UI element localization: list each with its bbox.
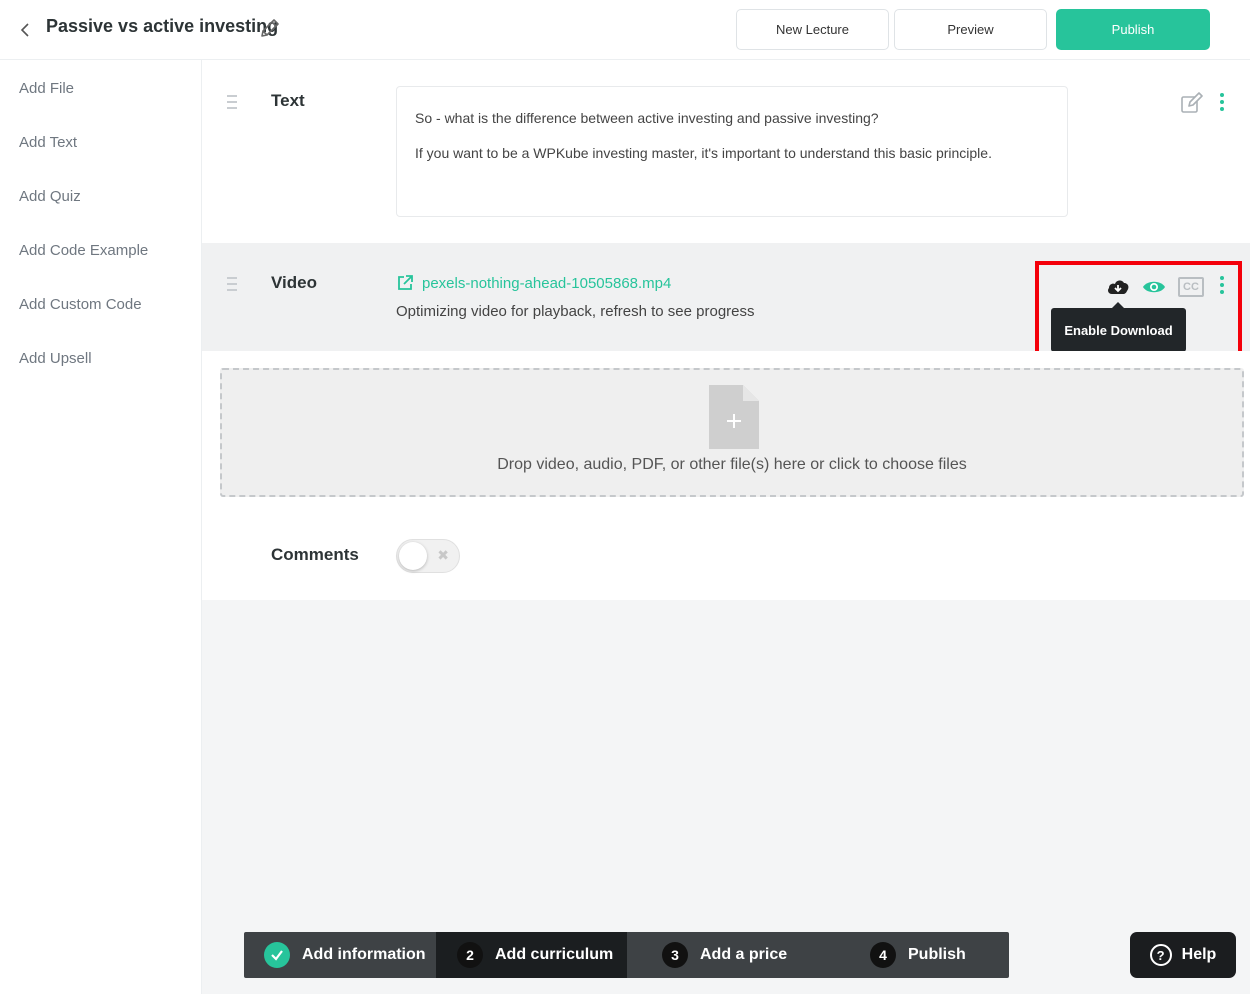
step-add-information[interactable]: Add information — [244, 932, 436, 978]
step-number: 3 — [662, 942, 688, 968]
enable-download-tooltip: Enable Download — [1051, 302, 1186, 352]
step-label: Publish — [908, 946, 966, 963]
step-label: Add curriculum — [495, 946, 614, 963]
step-label: Add information — [302, 946, 426, 963]
drag-handle-icon[interactable] — [227, 277, 237, 291]
text-block-label: Text — [271, 91, 305, 110]
more-options-icon[interactable] — [1219, 93, 1225, 111]
comments-label: Comments — [271, 545, 359, 564]
step-publish[interactable]: 4 Publish — [832, 932, 1009, 978]
sidebar-item-add-text[interactable]: Add Text — [19, 134, 77, 151]
preview-button[interactable]: Preview — [894, 9, 1047, 50]
drag-handle-icon[interactable] — [227, 95, 237, 109]
checkmark-icon — [264, 942, 290, 968]
external-link-icon — [398, 275, 413, 290]
toggle-knob — [399, 542, 427, 570]
sidebar-item-add-quiz[interactable]: Add Quiz — [19, 188, 81, 205]
sidebar-item-add-custom-code[interactable]: Add Custom Code — [19, 296, 142, 313]
sidebar-item-add-upsell[interactable]: Add Upsell — [19, 350, 92, 367]
lecture-editor: Text So - what is the difference between… — [202, 60, 1250, 994]
video-file-name: pexels-nothing-ahead-10505868.mp4 — [422, 274, 672, 292]
step-number: 4 — [870, 942, 896, 968]
eye-icon[interactable] — [1142, 279, 1166, 295]
cloud-download-icon[interactable] — [1106, 277, 1130, 297]
publish-button[interactable]: Publish — [1056, 9, 1210, 50]
upload-block: Drop video, audio, PDF, or other file(s)… — [202, 351, 1250, 515]
toggle-off-icon: ✖ — [437, 547, 449, 563]
file-dropzone[interactable]: Drop video, audio, PDF, or other file(s)… — [220, 368, 1244, 497]
text-paragraph: If you want to be a WPKube investing mas… — [415, 145, 992, 161]
video-file-link[interactable]: pexels-nothing-ahead-10505868.mp4 — [396, 274, 671, 292]
step-label: Add a price — [700, 946, 788, 963]
progress-steps: Add information 2 Add curriculum 3 Add a… — [244, 932, 1009, 978]
edit-icon[interactable] — [1180, 92, 1204, 114]
lecture-title: Passive vs active investing — [46, 16, 279, 36]
video-block-label: Video — [271, 273, 317, 292]
new-lecture-button[interactable]: New Lecture — [736, 9, 889, 50]
sidebar: Add File Add Text Add Quiz Add Code Exam… — [0, 60, 202, 994]
step-number: 2 — [457, 942, 483, 968]
text-content[interactable]: So - what is the difference between acti… — [396, 86, 1068, 217]
add-file-icon — [709, 385, 759, 449]
comments-toggle[interactable]: ✖ — [396, 539, 460, 573]
help-label: Help — [1181, 946, 1217, 963]
step-add-curriculum[interactable]: 2 Add curriculum — [436, 932, 627, 978]
question-icon: ? — [1149, 944, 1172, 966]
sidebar-item-add-file[interactable]: Add File — [19, 80, 74, 97]
video-block: Video pexels-nothing-ahead-10505868.mp4 … — [202, 243, 1250, 366]
back-chevron-icon[interactable] — [16, 18, 34, 42]
sidebar-item-add-code-example[interactable]: Add Code Example — [19, 242, 148, 259]
comments-block: Comments ✖ — [202, 515, 1250, 600]
video-status-text: Optimizing video for playback, refresh t… — [396, 303, 755, 320]
dropzone-text: Drop video, audio, PDF, or other file(s)… — [497, 456, 967, 473]
help-button[interactable]: ? Help — [1130, 932, 1236, 978]
pencil-icon[interactable] — [258, 16, 282, 40]
step-add-a-price[interactable]: 3 Add a price — [627, 932, 832, 978]
closed-captions-icon[interactable]: CC — [1178, 277, 1204, 297]
more-options-icon[interactable] — [1219, 276, 1225, 294]
top-bar: Passive vs active investing New Lecture … — [0, 0, 1250, 60]
text-paragraph: So - what is the difference between acti… — [415, 110, 879, 126]
text-block: Text So - what is the difference between… — [202, 60, 1250, 243]
